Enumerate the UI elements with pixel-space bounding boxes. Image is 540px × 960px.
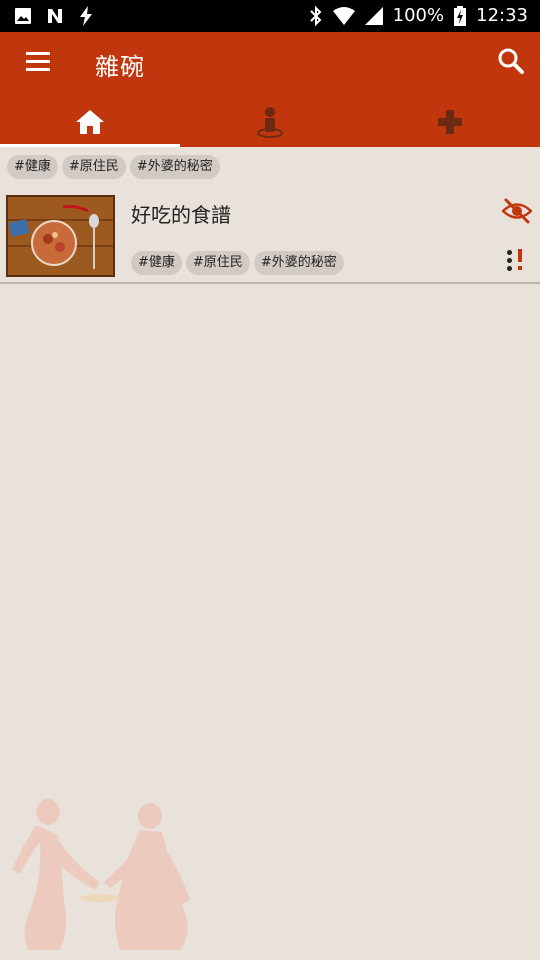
- recipe-tag[interactable]: #外婆的秘密: [253, 251, 344, 275]
- more-dot: [507, 266, 512, 271]
- wifi-icon: [332, 7, 355, 25]
- more-options-button[interactable]: [504, 248, 530, 274]
- recipe-card[interactable]: 好吃的食譜 #健康 #原住民 #外婆的秘密: [0, 186, 540, 284]
- filter-tags: #健康 #原住民 #外婆的秘密: [7, 155, 224, 179]
- clock: 12:33: [476, 5, 528, 26]
- filter-tag[interactable]: #健康: [7, 155, 58, 179]
- hide-button[interactable]: [501, 196, 533, 226]
- plus-icon: [438, 109, 462, 134]
- tab-add[interactable]: [360, 96, 540, 147]
- flash-icon: [80, 6, 92, 26]
- recipe-tag[interactable]: #健康: [131, 251, 182, 275]
- bluetooth-icon: [309, 6, 322, 26]
- recipe-tag[interactable]: #原住民: [185, 251, 250, 275]
- search-icon: [498, 48, 524, 74]
- more-dot: [507, 258, 512, 263]
- person-icon: [257, 106, 283, 138]
- eye-off-icon: [501, 198, 533, 224]
- app-bar: 雜碗: [0, 32, 540, 96]
- battery-percent: 100%: [392, 5, 445, 26]
- alert-icon: [518, 249, 522, 262]
- recipe-title: 好吃的食譜: [131, 203, 231, 227]
- image-icon: [15, 8, 31, 24]
- tab-bar: [0, 96, 540, 147]
- menu-button[interactable]: [26, 52, 56, 76]
- status-bar: 100% 12:33: [0, 0, 540, 32]
- filter-tag[interactable]: #原住民: [61, 155, 126, 179]
- search-button[interactable]: [496, 46, 526, 76]
- aboriginal-women-illustration: [12, 799, 190, 950]
- alert-dot: [518, 266, 522, 270]
- home-icon: [76, 109, 104, 134]
- cell-signal-icon: [364, 7, 383, 25]
- more-dot: [507, 250, 512, 255]
- recipe-tags: #健康 #原住民 #外婆的秘密: [131, 251, 348, 275]
- n-notification-icon: [48, 9, 62, 23]
- battery-charging-icon: [454, 6, 467, 26]
- tab-indicator: [0, 144, 180, 147]
- filter-tag[interactable]: #外婆的秘密: [129, 155, 220, 179]
- tab-profile[interactable]: [180, 96, 360, 147]
- app-title: 雜碗: [95, 53, 145, 81]
- recipe-thumbnail: [6, 195, 115, 277]
- tab-home[interactable]: [0, 96, 180, 147]
